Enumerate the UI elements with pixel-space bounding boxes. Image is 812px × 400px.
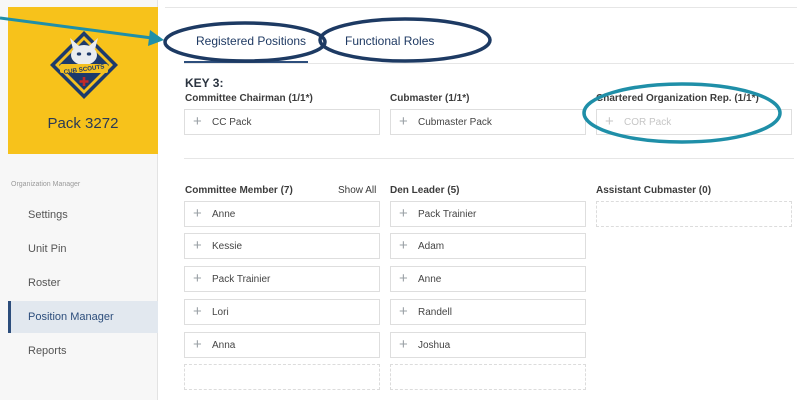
tab-functional-roles[interactable]: Functional Roles <box>345 34 434 48</box>
tab-divider <box>184 63 794 64</box>
sidebar-item-reports[interactable]: Reports <box>8 335 158 367</box>
position-slot[interactable]: + Lori <box>184 299 380 325</box>
position-slot[interactable]: + CC Pack <box>184 109 380 135</box>
pack-name: Pack 3272 <box>47 115 119 132</box>
position-slot[interactable]: + Adam <box>390 233 586 259</box>
member-name: Joshua <box>418 340 451 351</box>
plus-icon[interactable]: + <box>399 304 408 320</box>
member-name: Cubmaster Pack <box>418 117 492 128</box>
key3-title: KEY 3: <box>185 76 224 90</box>
cubmaster-header: Cubmaster (1/1*) <box>390 93 470 104</box>
plus-icon[interactable]: + <box>605 114 614 130</box>
empty-position-slot[interactable] <box>596 201 792 227</box>
member-name: Pack Trainier <box>418 209 477 220</box>
plus-icon[interactable]: + <box>193 337 202 353</box>
sidebar-item-position-manager[interactable]: Position Manager <box>8 301 158 333</box>
plus-icon[interactable]: + <box>193 238 202 254</box>
member-name: Anne <box>418 274 442 285</box>
plus-icon[interactable]: + <box>399 271 408 287</box>
empty-position-slot[interactable] <box>184 364 380 390</box>
plus-icon[interactable]: + <box>193 114 202 130</box>
position-slot[interactable]: + Cubmaster Pack <box>390 109 586 135</box>
position-slot[interactable]: + COR Pack <box>596 109 792 135</box>
plus-icon[interactable]: + <box>399 238 408 254</box>
member-name: Anna <box>212 340 236 351</box>
member-name: Randell <box>418 307 452 318</box>
plus-icon[interactable]: + <box>399 337 408 353</box>
top-divider <box>165 7 797 8</box>
sidebar: CUB SCOUTS Pack 3272 Organization Manage… <box>0 0 158 400</box>
plus-icon[interactable]: + <box>399 206 408 222</box>
position-slot[interactable]: + Randell <box>390 299 586 325</box>
section-divider <box>184 158 794 159</box>
member-name: Anne <box>212 209 236 220</box>
chartered-org-rep-header: Chartered Organization Rep. (1/1*) <box>596 93 759 104</box>
sidebar-item-unit-pin[interactable]: Unit Pin <box>8 233 158 265</box>
sidebar-item-roster[interactable]: Roster <box>8 267 158 299</box>
position-slot[interactable]: + Anne <box>184 201 380 227</box>
committee-chairman-header: Committee Chairman (1/1*) <box>185 93 313 104</box>
position-slot[interactable]: + Anne <box>390 266 586 292</box>
sidebar-item-settings[interactable]: Settings <box>8 199 158 231</box>
position-slot[interactable]: + Anna <box>184 332 380 358</box>
empty-position-slot[interactable] <box>390 364 586 390</box>
member-name: COR Pack <box>624 117 672 128</box>
assistant-cubmaster-header: Assistant Cubmaster (0) <box>596 185 712 196</box>
position-slot[interactable]: + Kessie <box>184 233 380 259</box>
position-slot[interactable]: + Pack Trainier <box>184 266 380 292</box>
show-all-link[interactable]: Show All <box>338 185 376 196</box>
member-name: Kessie <box>212 241 243 252</box>
den-leader-header: Den Leader (5) <box>390 185 460 196</box>
cub-scouts-logo: CUB SCOUTS <box>50 31 118 99</box>
position-slot[interactable]: + Pack Trainier <box>390 201 586 227</box>
member-name: Adam <box>418 241 445 252</box>
unit-brand-panel: CUB SCOUTS Pack 3272 <box>8 7 158 154</box>
member-name: Lori <box>212 307 229 318</box>
position-slot[interactable]: + Joshua <box>390 332 586 358</box>
member-name: CC Pack <box>212 117 252 128</box>
committee-member-header: Committee Member (7) <box>185 185 293 196</box>
section-label: Organization Manager <box>11 181 81 188</box>
plus-icon[interactable]: + <box>193 206 202 222</box>
tab-registered-positions[interactable]: Registered Positions <box>196 34 306 48</box>
plus-icon[interactable]: + <box>193 271 202 287</box>
plus-icon[interactable]: + <box>399 114 408 130</box>
member-name: Pack Trainier <box>212 274 271 285</box>
plus-icon[interactable]: + <box>193 304 202 320</box>
